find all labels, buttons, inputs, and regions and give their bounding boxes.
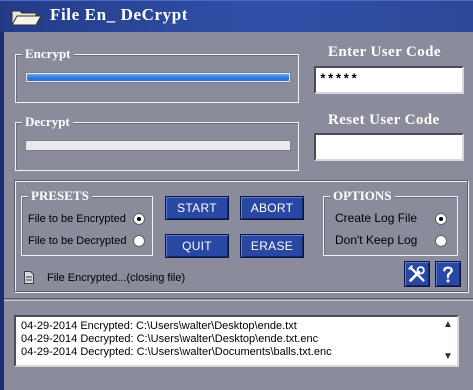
divider: [4, 298, 473, 301]
log-list[interactable]: 04-29-2014 Encrypted: C:\Users\walter\De…: [14, 315, 459, 367]
help-icon: [443, 266, 453, 283]
document-icon: [24, 271, 34, 284]
main-panel: Encrypt Decrypt Enter User Code ***** Re…: [4, 32, 473, 390]
option-create-log-label: Create Log File: [335, 211, 418, 225]
option-create-log-radio[interactable]: [435, 213, 447, 225]
controls-frame: PRESETS File to be Encrypted File to be …: [14, 180, 468, 292]
log-line: 04-29-2014 Decrypted: C:\Users\walter\De…: [21, 333, 319, 345]
encrypt-group: Encrypt: [15, 46, 299, 103]
abort-button[interactable]: ABORT: [240, 196, 304, 220]
preset-decrypt-option[interactable]: File to be Decrypted: [28, 234, 153, 248]
encrypt-progress-fill: [27, 74, 289, 81]
quit-button[interactable]: QUIT: [165, 234, 229, 258]
option-create-log[interactable]: Create Log File: [335, 211, 453, 227]
encrypt-progress-bar: [25, 72, 291, 83]
option-no-log[interactable]: Don't Keep Log: [335, 233, 453, 249]
decrypt-label: Decrypt: [22, 114, 73, 130]
scroll-down-icon[interactable]: ▼: [443, 352, 453, 362]
reset-code-field[interactable]: [314, 133, 464, 161]
preset-encrypt-radio[interactable]: [133, 213, 145, 225]
settings-button[interactable]: [404, 261, 430, 287]
decrypt-group: Decrypt: [15, 114, 299, 171]
option-no-log-label: Don't Keep Log: [335, 233, 418, 247]
preset-decrypt-label: File to be Decrypted: [28, 235, 127, 247]
enter-user-code-label: Enter User Code: [328, 44, 441, 60]
options-label: OPTIONS: [330, 188, 395, 204]
title-bar[interactable]: File En_ DeCrypt: [0, 0, 473, 32]
reset-user-code-label: Reset User Code: [328, 112, 440, 128]
window-title: File En_ DeCrypt: [50, 5, 189, 24]
preset-encrypt-label: File to be Encrypted: [28, 213, 126, 225]
encrypt-label: Encrypt: [22, 46, 74, 62]
help-button[interactable]: [435, 261, 461, 287]
preset-encrypt-option[interactable]: File to be Encrypted: [28, 212, 153, 226]
log-line: 04-29-2014 Encrypted: C:\Users\walter\De…: [21, 320, 297, 332]
start-button[interactable]: START: [165, 196, 229, 220]
tools-icon: [408, 265, 425, 282]
folder-open-icon: [11, 10, 42, 26]
option-no-log-radio[interactable]: [435, 235, 447, 247]
preset-decrypt-radio[interactable]: [133, 235, 145, 247]
status-text: File Encrypted...(closing file): [47, 272, 186, 284]
erase-button[interactable]: ERASE: [240, 234, 304, 258]
log-line: 04-29-2014 Decrypted: C:\Users\walter\Do…: [21, 346, 332, 358]
scroll-up-icon[interactable]: ▲: [443, 320, 453, 330]
presets-label: PRESETS: [28, 188, 92, 204]
user-code-field[interactable]: *****: [314, 66, 464, 94]
decrypt-progress-bar: [25, 140, 291, 151]
